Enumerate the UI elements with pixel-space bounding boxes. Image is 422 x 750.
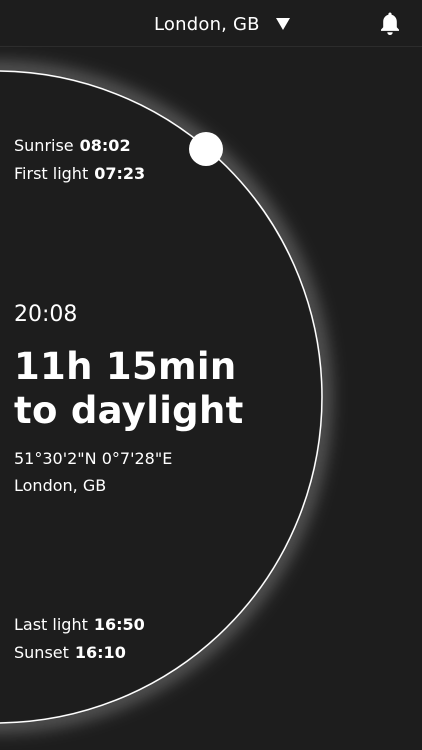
place-name: London, GB bbox=[14, 476, 107, 495]
sunrise-label: Sunrise bbox=[14, 136, 74, 155]
last-light-row: Last light 16:50 bbox=[14, 615, 145, 634]
sun-marker bbox=[189, 132, 223, 166]
coordinates: 51°30'2"N 0°7'28"E bbox=[14, 449, 173, 468]
sunset-label: Sunset bbox=[14, 643, 69, 662]
last-light-value: 16:50 bbox=[93, 615, 145, 634]
sunset-value: 16:10 bbox=[74, 643, 126, 662]
countdown-duration: 11h 15min bbox=[14, 345, 237, 388]
sunrise-row: Sunrise 08:02 bbox=[14, 136, 131, 155]
daylight-countdown: 11h 15min to daylight bbox=[14, 345, 244, 433]
sunrise-value: 08:02 bbox=[79, 136, 131, 155]
sunset-row: Sunset 16:10 bbox=[14, 643, 126, 662]
countdown-caption: to daylight bbox=[14, 389, 244, 432]
first-light-row: First light 07:23 bbox=[14, 164, 145, 183]
last-light-label: Last light bbox=[14, 615, 88, 634]
first-light-value: 07:23 bbox=[94, 164, 146, 183]
current-time: 20:08 bbox=[14, 302, 78, 327]
first-light-label: First light bbox=[14, 164, 89, 183]
